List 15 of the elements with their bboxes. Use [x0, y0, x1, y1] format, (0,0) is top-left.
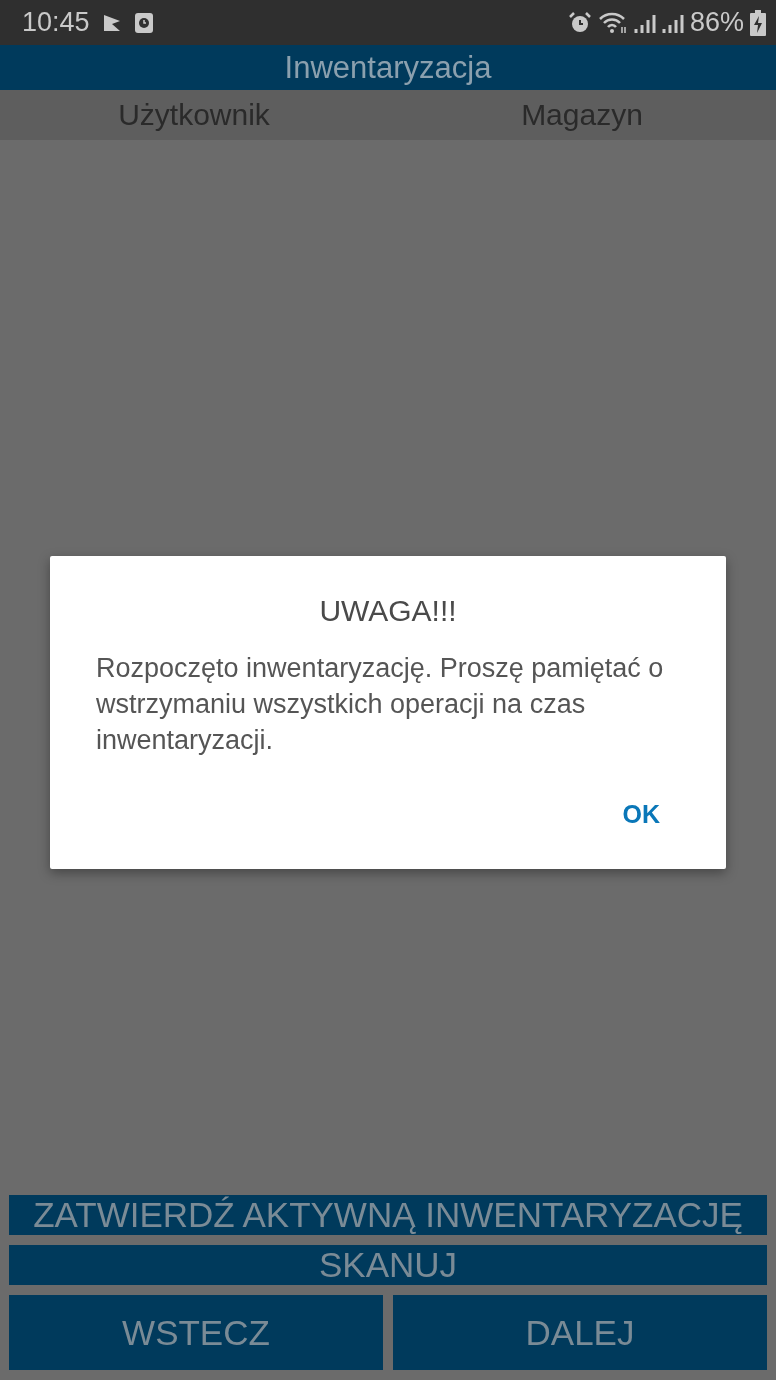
dialog-title: UWAGA!!!: [318, 594, 458, 628]
action-button[interactable]: ZATWIERDŹ AKTYWNĄ INWENTARYZACJĘ: [9, 1195, 767, 1235]
action-button[interactable]: WSTECZ: [9, 1295, 383, 1370]
dialog-message: Rozpoczęto inwentaryzację. Proszę pamiętać o wstrzymaniu wszystkich operacji na czas inwentaryzacji.: [96, 652, 665, 757]
action-button[interactable]: DALEJ: [393, 1295, 767, 1370]
flag-icon: [101, 12, 122, 33]
battery-percent: 86%: [689, 7, 744, 38]
clock-icon: [133, 11, 154, 34]
app-title-bar: Inwentaryzacja: [0, 45, 776, 90]
wifi-icon: [597, 10, 628, 35]
clock-time: 10:45: [22, 7, 90, 38]
alarm-icon: [567, 10, 592, 35]
ok-button[interactable]: OK: [602, 796, 680, 833]
action-button[interactable]: SKANUJ: [9, 1245, 767, 1285]
battery-charging-icon: [750, 9, 766, 36]
